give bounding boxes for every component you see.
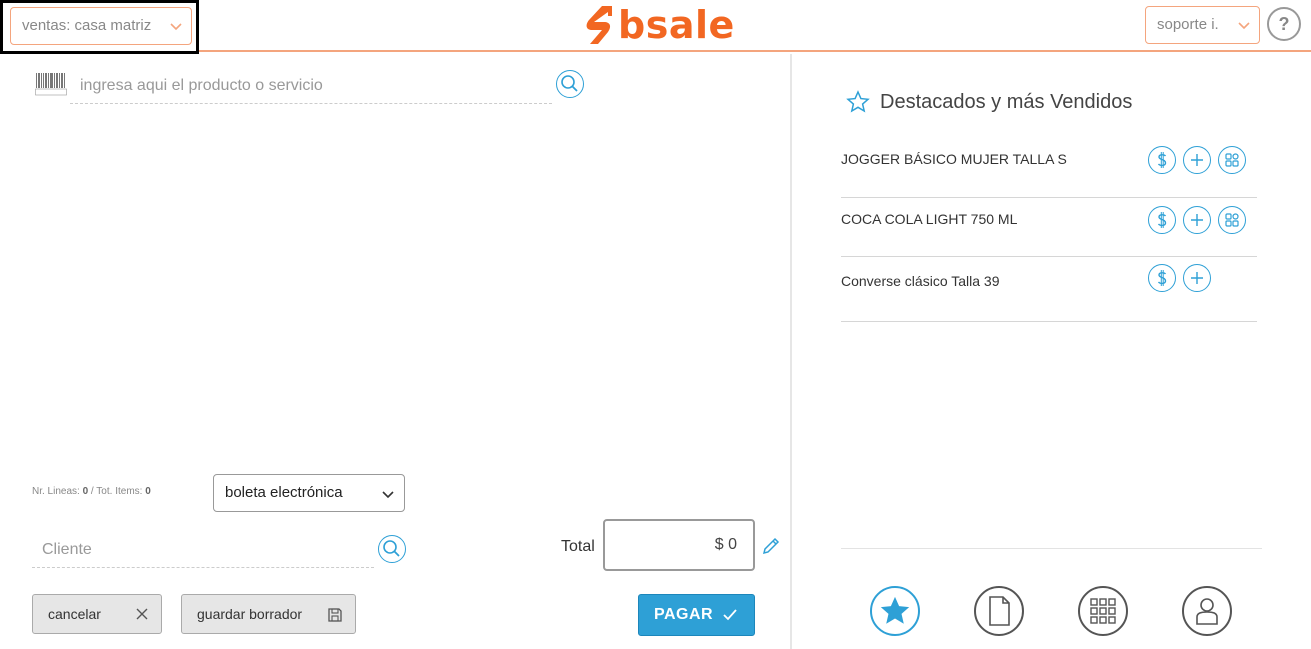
total-label: Total: [561, 538, 595, 555]
variants-button[interactable]: [1218, 206, 1246, 234]
document-type-value: boleta electrónica: [225, 484, 343, 501]
help-button[interactable]: ?: [1267, 7, 1301, 41]
product-search-button[interactable]: [556, 70, 584, 98]
user-icon: [1196, 598, 1218, 625]
branch-select-value: ventas: casa matriz: [22, 17, 152, 34]
plus-icon: [1191, 214, 1203, 226]
checkmark-icon: [723, 609, 737, 621]
total-amount[interactable]: $ 0: [603, 519, 755, 571]
branch-select[interactable]: ventas: casa matriz: [10, 7, 192, 45]
pencil-icon[interactable]: [760, 535, 782, 557]
branch-select-frame: ventas: casa matriz: [0, 0, 199, 54]
add-button[interactable]: [1183, 146, 1211, 174]
bsale-logo: bsale: [584, 3, 735, 47]
search-icon: [383, 540, 400, 557]
sale-panel: Nr. Lineas: 0 / Tot. Items: 0 boleta ele…: [0, 54, 790, 649]
bottom-nav: [870, 586, 1232, 636]
documents-tab[interactable]: [974, 586, 1024, 636]
barcode-icon: [35, 73, 67, 96]
item-count: 0: [145, 486, 151, 497]
bsale-logo-icon: [586, 6, 612, 44]
favorites-tab[interactable]: [870, 586, 920, 636]
plus-icon: [1191, 154, 1203, 166]
product-search-input[interactable]: [70, 68, 552, 104]
search-icon: [561, 75, 578, 92]
client-search-button[interactable]: [378, 535, 406, 563]
favorites-title-text: Destacados y más Vendidos: [880, 90, 1133, 113]
logo-text: bsale: [618, 3, 735, 47]
price-button[interactable]: [1148, 264, 1176, 292]
product-actions: [1148, 264, 1211, 292]
add-button[interactable]: [1183, 264, 1211, 292]
favorites-panel: Destacados y más Vendidos JOGGER BÁSICO …: [792, 54, 1311, 649]
catalog-tab[interactable]: [1078, 586, 1128, 636]
clients-tab[interactable]: [1182, 586, 1232, 636]
price-button[interactable]: [1148, 206, 1176, 234]
favorites-title: Destacados y más Vendidos: [846, 90, 1132, 114]
grid-icon: [1090, 598, 1116, 624]
document-type-select[interactable]: boleta electrónica: [213, 474, 405, 512]
product-name: COCA COLA LIGHT 750 ML: [841, 211, 1018, 227]
document-icon: [989, 596, 1010, 626]
add-button[interactable]: [1183, 206, 1211, 234]
dollar-icon: [1157, 270, 1167, 286]
cancel-button[interactable]: cancelar: [32, 594, 162, 634]
close-icon: [136, 608, 148, 620]
product-actions: [1148, 206, 1246, 234]
product-name: Converse clásico Talla 39: [841, 273, 1000, 289]
cancel-button-label: cancelar: [48, 606, 101, 622]
support-select-value: soporte i.: [1157, 16, 1219, 33]
pay-button[interactable]: PAGAR: [638, 594, 755, 636]
divider: [841, 548, 1262, 549]
dollar-icon: [1157, 152, 1167, 168]
list-item[interactable]: Converse clásico Talla 39: [841, 257, 1257, 322]
dollar-icon: [1157, 212, 1167, 228]
favorites-list: JOGGER BÁSICO MUJER TALLA S COCA COLA LI…: [841, 136, 1257, 322]
chevron-down-icon: [170, 23, 182, 31]
variants-button[interactable]: [1218, 146, 1246, 174]
price-button[interactable]: [1148, 146, 1176, 174]
top-bar: ventas: casa matriz bsale soporte i. ?: [0, 0, 1311, 54]
chevron-down-icon: [382, 491, 394, 499]
save-draft-button[interactable]: guardar borrador: [181, 594, 356, 634]
line-item-counts: Nr. Lineas: 0 / Tot. Items: 0: [32, 486, 151, 497]
floppy-disk-icon: [328, 608, 342, 622]
pay-button-label: PAGAR: [654, 606, 714, 623]
star-icon: [880, 596, 910, 624]
client-input[interactable]: [32, 532, 374, 568]
variants-icon: [1225, 153, 1239, 167]
product-actions: [1148, 146, 1246, 174]
star-outline-icon: [846, 90, 870, 113]
product-name: JOGGER BÁSICO MUJER TALLA S: [841, 151, 1067, 167]
support-select[interactable]: soporte i.: [1145, 6, 1260, 44]
variants-icon: [1225, 213, 1239, 227]
chevron-down-icon: [1238, 22, 1250, 30]
list-item[interactable]: JOGGER BÁSICO MUJER TALLA S: [841, 136, 1257, 198]
list-item[interactable]: COCA COLA LIGHT 750 ML: [841, 198, 1257, 257]
save-draft-button-label: guardar borrador: [197, 606, 303, 622]
plus-icon: [1191, 272, 1203, 284]
